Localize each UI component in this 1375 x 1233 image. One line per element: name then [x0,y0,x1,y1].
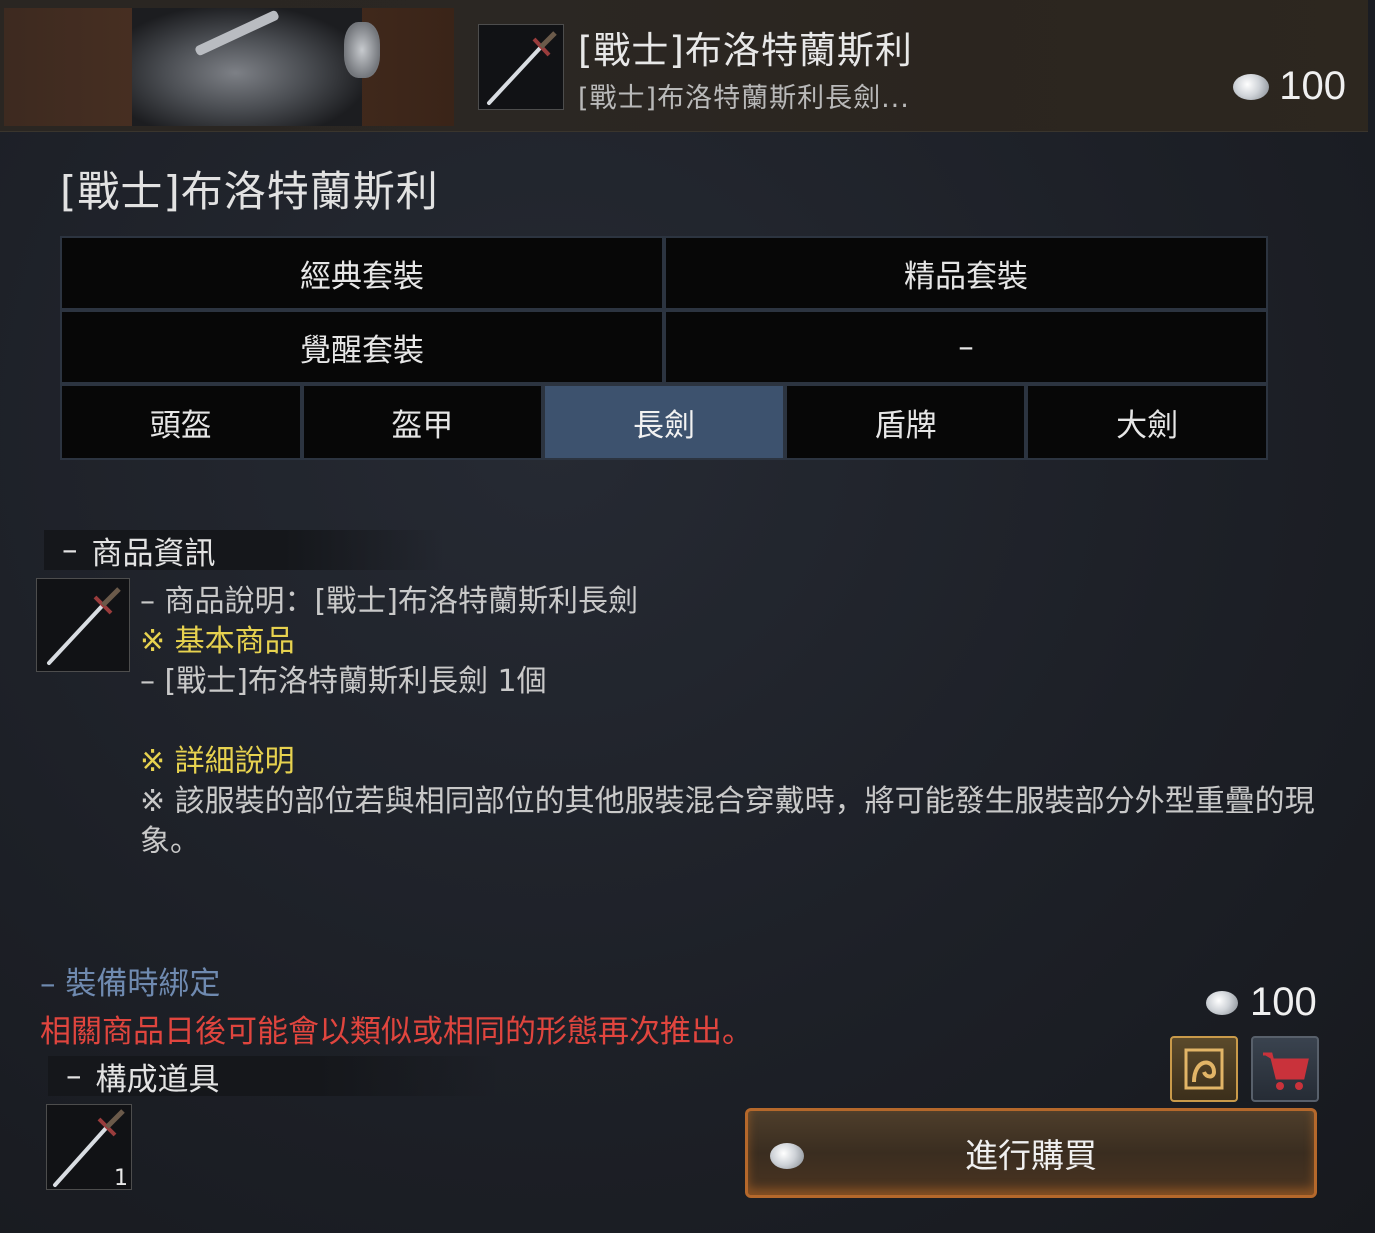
set-row-1: 經典套裝 精品套裝 [60,236,1268,310]
gift-icon [1184,1048,1224,1090]
gift-button[interactable] [1170,1036,1238,1102]
header-title: [戰士]布洛特蘭斯利 [578,29,913,72]
purchase-button-label: 進行購買 [965,1136,1097,1175]
header-price-value: 100 [1279,64,1346,108]
pearl-icon [770,1143,804,1169]
purchase-button[interactable]: 進行購買 [745,1108,1317,1198]
cart-icon [1263,1052,1309,1090]
shop-item-window: [戰士]布洛特蘭斯利 [戰士]布洛特蘭斯利長劍... 100 [戰士]布洛特蘭斯… [0,0,1375,1233]
set-selector: 經典套裝 精品套裝 覺醒套裝 – 頭盔 盔甲 長劍 盾牌 大劍 [60,236,1268,460]
tab-helmet[interactable]: 頭盔 [60,384,302,460]
tab-greatsword[interactable]: 大劍 [1026,384,1268,460]
product-item-slot[interactable] [36,578,130,672]
pearl-icon [1233,73,1270,100]
knight-figure [132,8,362,126]
tab-premium-set[interactable]: 精品套裝 [664,236,1268,310]
component-quantity: 1 [114,1166,128,1191]
pearl-icon [1206,990,1238,1015]
collapse-dash[interactable]: – [62,532,78,568]
longsword-icon [47,587,121,665]
basic-item-label: ※ 基本商品 [140,624,295,659]
part-row: 頭盔 盔甲 長劍 盾牌 大劍 [60,384,1268,460]
set-row-2: 覺醒套裝 – [60,310,1268,384]
purchase-price-value: 100 [1250,980,1317,1024]
detail-heading: ※ 詳細說明 [140,744,295,779]
product-info-lines: – 商品說明：[戰士]布洛特蘭斯利長劍 ※ 基本商品 – [戰士]布洛特蘭斯利長… [140,582,638,782]
longsword-icon [487,31,557,105]
header-price: 100 [1233,64,1346,109]
tab-longsword[interactable]: 長劍 [543,384,785,460]
item-header: [戰士]布洛特蘭斯利 [戰士]布洛特蘭斯利長劍... 100 [0,0,1368,132]
header-item-slot[interactable] [478,24,564,110]
product-description: – 商品說明：[戰士]布洛特蘭斯利長劍 [140,584,638,619]
product-info-heading-label: 商品資訊 [91,535,216,572]
purchase-price: 100 [1206,980,1317,1025]
add-to-cart-button[interactable] [1251,1036,1319,1102]
knight-banner-image [4,8,454,126]
components-heading-label: 構成道具 [95,1061,220,1098]
page-title: [戰士]布洛特蘭斯利 [60,167,439,216]
collapse-dash[interactable]: – [66,1058,82,1094]
product-info-heading: – 商品資訊 [44,530,444,572]
tab-empty: – [664,310,1268,384]
tab-classic-set[interactable]: 經典套裝 [60,236,664,310]
detail-text: ※ 該服裝的部位若與相同部位的其他服裝混合穿戴時，將可能發生服裝部分外型重疊的現… [140,784,1315,859]
bind-on-equip-label: – 裝備時綁定 [40,966,221,1002]
basic-item-entry: – [戰士]布洛特蘭斯利長劍 1個 [140,664,547,699]
component-item-slot[interactable]: 1 [46,1104,132,1191]
rerelease-notice: 相關商品日後可能會以類似或相同的形態再次推出。 [40,1014,753,1050]
header-subtitle: [戰士]布洛特蘭斯利長劍... [578,83,910,114]
tab-awakening-set[interactable]: 覺醒套裝 [60,310,664,384]
tab-armor[interactable]: 盔甲 [301,384,544,460]
components-heading: – 構成道具 [48,1056,498,1098]
tab-shield[interactable]: 盾牌 [784,384,1027,460]
gauntlet-image [344,22,380,78]
